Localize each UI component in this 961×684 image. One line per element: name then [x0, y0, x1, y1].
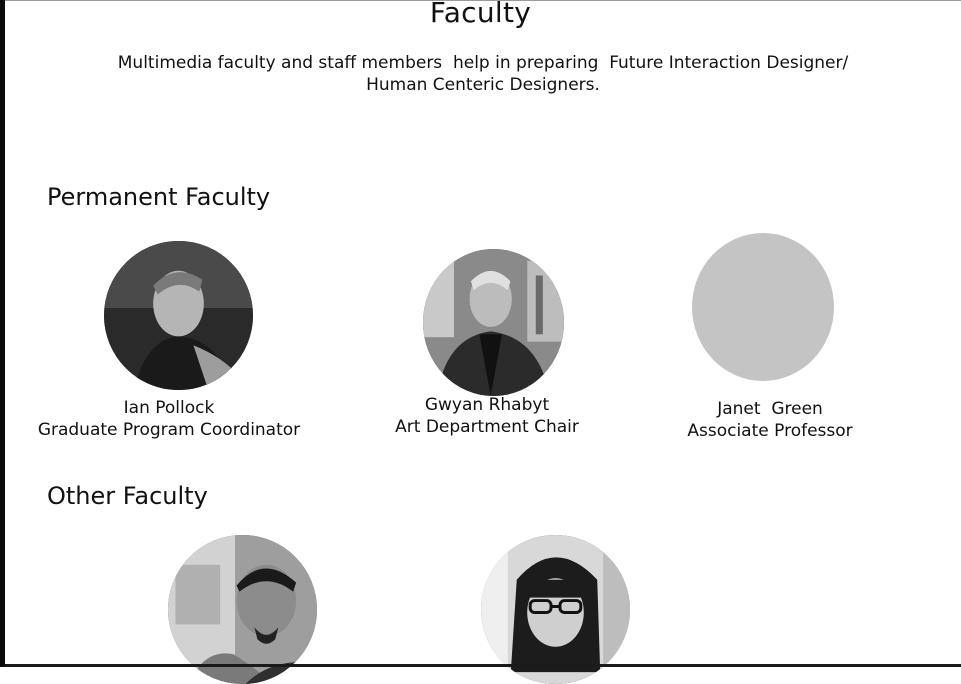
- faculty-name: Janet Green: [717, 399, 823, 419]
- portrait-image: [104, 241, 253, 390]
- faculty-caption-gwyan-rhabyt: Gwyan Rhabyt Art Department Chair: [327, 394, 647, 438]
- page-title: Faculty: [429, 0, 532, 29]
- left-edge-bar: [0, 0, 5, 667]
- section-title-other-faculty: Other Faculty: [47, 482, 208, 510]
- faculty-caption-janet-green: Janet Green Associate Professor: [610, 398, 930, 442]
- faculty-photo-gwyan-rhabyt[interactable]: [423, 249, 564, 396]
- portrait-image: [481, 535, 630, 684]
- portrait-image: [168, 535, 317, 684]
- faculty-name: Gwyan Rhabyt: [424, 395, 550, 415]
- faculty-photo-other-2[interactable]: [481, 535, 630, 684]
- faculty-photo-other-1[interactable]: [168, 535, 317, 684]
- intro-text: Multimedia faculty and staff members hel…: [117, 53, 849, 95]
- faculty-photo-janet-green-placeholder[interactable]: [692, 233, 834, 381]
- portrait-image: [423, 249, 564, 396]
- faculty-caption-ian-pollock: Ian Pollock Graduate Program Coordinator: [9, 397, 329, 441]
- faculty-role: Art Department Chair: [395, 417, 579, 437]
- faculty-name: Ian Pollock: [123, 398, 215, 418]
- section-title-permanent-faculty: Permanent Faculty: [47, 183, 271, 211]
- faculty-role: Graduate Program Coordinator: [37, 420, 301, 440]
- faculty-photo-ian-pollock[interactable]: [104, 241, 253, 390]
- faculty-role: Associate Professor: [687, 421, 853, 441]
